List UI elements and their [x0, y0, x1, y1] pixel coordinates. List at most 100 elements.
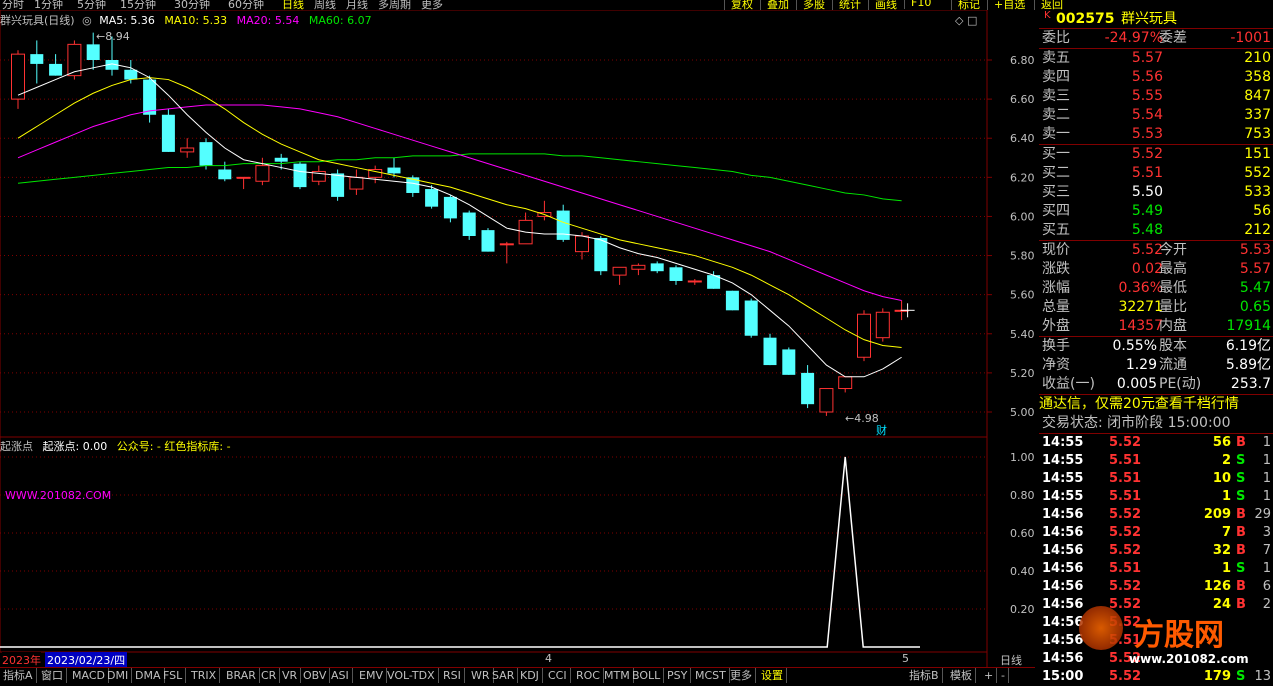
indicator-right-tab-2[interactable]: + — [981, 668, 998, 683]
indicator-tab-1[interactable]: 窗口 — [38, 668, 67, 683]
toolbar-button-2[interactable]: 多股 — [796, 0, 831, 10]
period-tab-10[interactable]: 更多 — [421, 0, 443, 10]
period-tab-7[interactable]: 周线 — [314, 0, 336, 10]
indicator-tab-2[interactable]: MACD — [69, 668, 109, 683]
ma10-line — [17, 77, 902, 348]
period-tab-2[interactable]: 5分钟 — [77, 0, 106, 10]
indicator-tab-5[interactable]: FSL — [160, 668, 187, 683]
indicator-right-tab-3[interactable]: - — [998, 668, 1009, 683]
period-tab-9[interactable]: 多周期 — [378, 0, 411, 10]
buys-label: 买五 — [1042, 222, 1070, 238]
indicator-tab-0[interactable]: 指标A — [0, 668, 37, 683]
period-tab-3[interactable]: 15分钟 — [120, 0, 156, 10]
sells-row[interactable]: 卖四 5.56 358 — [1039, 68, 1273, 87]
indicator-tab-16[interactable]: SAR — [489, 668, 519, 683]
tick-side: S — [1236, 489, 1246, 504]
chevron-down-icon[interactable]: ◎ — [82, 14, 92, 27]
indicator-right-tab-1[interactable]: 模板 — [947, 668, 976, 683]
buys-price: 5.50 — [1131, 184, 1163, 200]
toolbar-button-3[interactable]: 统计 — [832, 0, 867, 10]
candle-body — [801, 372, 815, 405]
toolbar-button-6[interactable]: 标记 — [951, 0, 986, 10]
tick-row: 14:56 5.52 209 B 29 — [1039, 506, 1273, 524]
buys-row[interactable]: 买一 5.52 151 — [1039, 145, 1273, 164]
ma60-label: MA60: 6.07 — [308, 14, 372, 27]
indicator-tab-25[interactable]: 设置 — [758, 668, 787, 683]
indicator-tab-24[interactable]: 更多 — [727, 668, 756, 683]
sub-y-tick-label: 0.40 — [1010, 565, 1035, 578]
period-right-label: 日线 — [1000, 654, 1022, 667]
stat2-label: 收益(一) — [1042, 376, 1095, 392]
finance-marker[interactable]: 财 — [876, 423, 887, 437]
indicator-right-tab-0[interactable]: 指标B — [906, 668, 943, 683]
period-tab-1[interactable]: 1分钟 — [34, 0, 63, 10]
stock-code: 002575 — [1056, 11, 1115, 27]
indicator-tab-8[interactable]: CR — [258, 668, 281, 683]
buys-row[interactable]: 买四 5.49 56 — [1039, 202, 1273, 221]
stat-label: 最低 — [1159, 280, 1187, 296]
indicator-tab-9[interactable]: VR — [279, 668, 302, 683]
kline-chart[interactable]: 6.80 6.60 6.40 6.20 6.00 5.80 5.60 5.40 5.20 5.00… — [0, 10, 1035, 667]
stat2-label: 换手 — [1042, 338, 1070, 354]
tick-time: 14:56 — [1042, 615, 1084, 630]
indicator-tab-22[interactable]: PSY — [664, 668, 692, 683]
indicator-tab-7[interactable]: BRAR — [223, 668, 260, 683]
stat-row: 外盘 14357 内盘 17914 — [1039, 317, 1273, 336]
indicator-tab-23[interactable]: MCST — [692, 668, 730, 683]
buys-price: 5.51 — [1131, 165, 1163, 181]
chart-corner-icons[interactable]: ◇ □ — [955, 14, 977, 27]
main-legend: 群兴玩具(日线) ◎ MA5: 5.36 MA10: 5.33 MA20: 5.… — [0, 12, 372, 28]
stat-row: 总量 32271 量比 0.65 — [1039, 298, 1273, 317]
sells-row[interactable]: 卖二 5.54 337 — [1039, 106, 1273, 125]
sub-y-tick-label: 0.20 — [1010, 603, 1035, 616]
indicator-tab-14[interactable]: RSI — [440, 668, 465, 683]
sub-y-tick-label: 1.00 — [1010, 451, 1035, 464]
sells-row[interactable]: 卖三 5.55 847 — [1039, 87, 1273, 106]
indicator-tab-21[interactable]: BOLL — [629, 668, 665, 683]
indicator-tab-13[interactable]: VOL-TDX — [384, 668, 439, 683]
sells-row[interactable]: 卖一 5.53 753 — [1039, 125, 1273, 144]
period-tab-0[interactable]: 分时 — [2, 0, 24, 10]
indicator-tab-11[interactable]: ASI — [328, 668, 353, 683]
buys-row[interactable]: 买三 5.50 533 — [1039, 183, 1273, 202]
tick-time: 14:56 — [1042, 543, 1084, 558]
toolbar-button-1[interactable]: 叠加 — [760, 0, 795, 10]
toolbar-button-4[interactable]: 画线 — [868, 0, 903, 10]
stat2-value: 0.005 — [1116, 376, 1157, 392]
period-tab-6[interactable]: 日线 — [282, 0, 304, 10]
indicator-tab-12[interactable]: EMV — [356, 668, 387, 683]
buys-label: 买三 — [1042, 184, 1070, 200]
period-tab-4[interactable]: 30分钟 — [174, 0, 210, 10]
arrow-icon[interactable]: K — [1044, 6, 1051, 25]
tick-price: 5.51 — [1109, 453, 1142, 468]
buys-volume: 151 — [1244, 146, 1271, 162]
buys-price: 5.49 — [1131, 203, 1163, 219]
candle-body — [782, 349, 796, 375]
period-tab-8[interactable]: 月线 — [346, 0, 368, 10]
toolbar-button-5[interactable]: F10 — [904, 0, 937, 9]
candle-body — [255, 165, 270, 182]
sells-row[interactable]: 卖五 5.57 210 — [1039, 49, 1273, 68]
toolbar-button-0[interactable]: 复权 — [724, 0, 759, 10]
indicator-tab-6[interactable]: TRIX — [188, 668, 221, 683]
tick-row: 14:55 5.51 2 S 1 — [1039, 452, 1273, 470]
indicator-tab-10[interactable]: OBV — [300, 668, 331, 683]
indicator-tab-17[interactable]: KDJ — [517, 668, 543, 683]
sells-price: 5.53 — [1131, 126, 1163, 142]
indicator-tab-19[interactable]: ROC — [573, 668, 604, 683]
tick-row: 14:56 5.52 7 B 3 — [1039, 524, 1273, 542]
month-4-label: 4 — [545, 652, 552, 665]
y-tick-label: 6.60 — [1010, 93, 1035, 106]
stat2-row: 收益(一) 0.005 PE(动) 253.7 — [1039, 375, 1273, 394]
buys-volume: 533 — [1244, 184, 1271, 200]
stat-label: 量比 — [1159, 299, 1187, 315]
buys-row[interactable]: 买二 5.51 552 — [1039, 164, 1273, 183]
toolbar-button-8[interactable]: 返回 — [1034, 0, 1069, 10]
buys-row[interactable]: 买五 5.48 212 — [1039, 221, 1273, 240]
indicator-name[interactable]: 起涨点 — [0, 440, 33, 453]
indicator-tab-3[interactable]: DMI — [104, 668, 133, 683]
ad-banner[interactable]: 通达信，仅需20元查看千档行情 — [1039, 395, 1273, 414]
period-tab-5[interactable]: 60分钟 — [228, 0, 264, 10]
indicator-tab-18[interactable]: CCI — [545, 668, 571, 683]
toolbar-button-7[interactable]: +自选 — [987, 0, 1031, 10]
